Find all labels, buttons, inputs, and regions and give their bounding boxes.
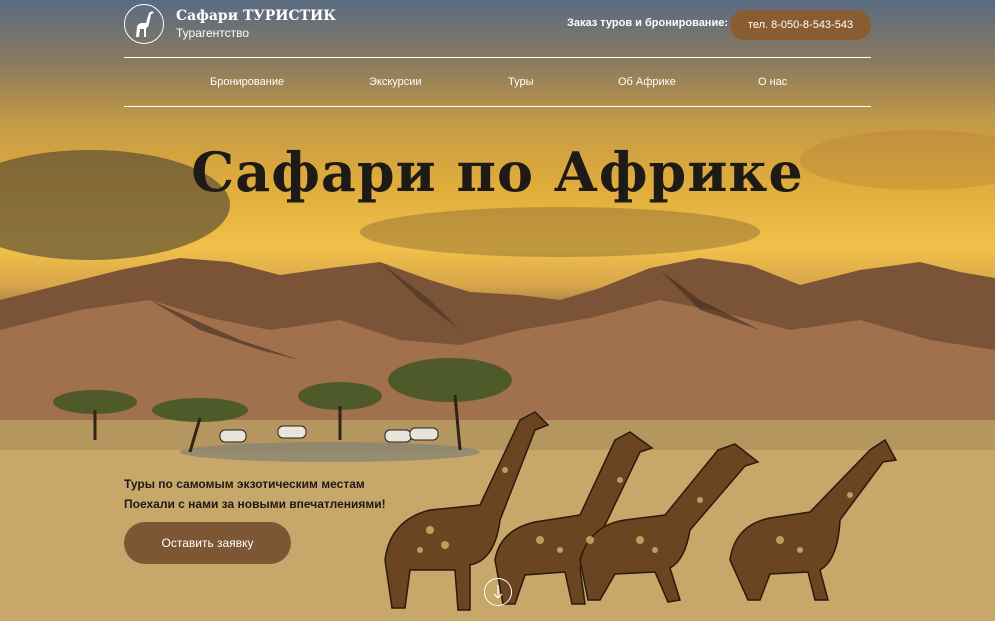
nav-item-about-us[interactable]: О нас: [758, 58, 787, 106]
nav-bottom-divider: [124, 106, 871, 107]
nav-item-excursions[interactable]: Экскурсии: [369, 58, 422, 106]
giraffe-icon: [124, 4, 164, 44]
order-label: Заказ туров и бронирование:: [567, 17, 728, 29]
logo-title: Сафари ТУРИСТИК: [176, 8, 337, 24]
logo[interactable]: Сафари ТУРИСТИК Турагентство: [124, 4, 336, 44]
tagline-line-2: Поехали с нами за новыми впечатлениями!: [124, 497, 386, 511]
main-nav: Бронирование Экскурсии Туры Об Африке О …: [124, 58, 871, 106]
nav-item-tours[interactable]: Туры: [508, 58, 534, 106]
tagline-line-1: Туры по самомым экзотическим местам: [124, 477, 365, 491]
tagline: Туры по самомым экзотическим местам Поех…: [124, 474, 386, 514]
hero-section: Сафари ТУРИСТИК Турагентство Заказ туров…: [0, 0, 995, 621]
nav-item-booking[interactable]: Бронирование: [210, 58, 284, 106]
hero-title: Сафари по Африке: [191, 140, 804, 204]
arrow-down-icon[interactable]: [484, 578, 512, 606]
leave-request-button[interactable]: Оставить заявку: [124, 522, 291, 564]
logo-subtitle: Турагентство: [176, 26, 250, 40]
nav-item-about-africa[interactable]: Об Африке: [618, 58, 676, 106]
phone-button[interactable]: тел. 8-050-8-543-543: [730, 10, 871, 40]
